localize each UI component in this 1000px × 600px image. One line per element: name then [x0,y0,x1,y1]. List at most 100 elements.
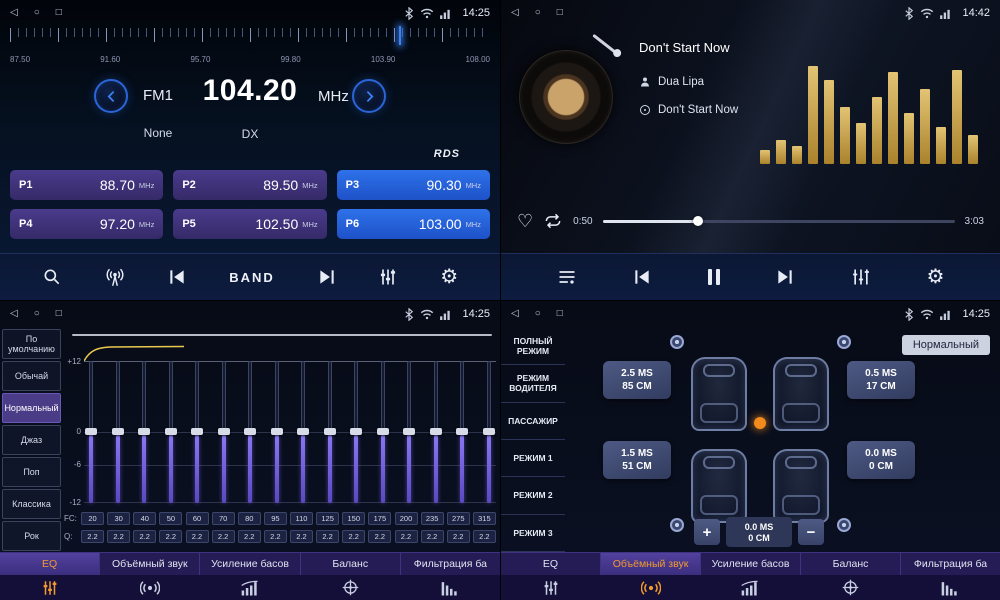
profile-button[interactable]: Нормальный [902,335,990,355]
preset-button[interactable]: P3 90.30 MHz [337,170,490,200]
q-value[interactable]: 2.2 [316,530,339,543]
tune-down-button[interactable] [94,79,128,113]
eq-band-slider[interactable] [190,361,204,503]
surround-tab-icon[interactable] [601,575,701,600]
preset-button[interactable]: P5 102.50 MHz [173,209,326,239]
balance-tab-icon[interactable] [300,575,400,600]
recents-icon[interactable]: □ [557,309,563,319]
listener-position-dot[interactable] [754,417,766,429]
fc-value[interactable]: 110 [290,512,313,525]
eq-band-slider[interactable] [217,361,231,503]
q-value[interactable]: 2.2 [107,530,130,543]
fc-value[interactable]: 30 [107,512,130,525]
audio-tab[interactable]: EQ [0,553,100,575]
q-value[interactable]: 2.2 [395,530,418,543]
eq-band-slider[interactable] [323,361,337,503]
q-value[interactable]: 2.2 [342,530,365,543]
increase-delay-button[interactable]: + [694,519,720,545]
filter-tab-icon[interactable] [900,575,1000,600]
eq-slider-handle[interactable] [191,428,203,435]
preset-button[interactable]: P2 89.50 MHz [173,170,326,200]
tune-up-button[interactable] [352,79,386,113]
progress-bar[interactable] [603,220,955,223]
filter-tab-icon[interactable] [400,575,500,600]
listening-mode-item[interactable]: РЕЖИМ 3 [501,515,565,552]
audio-tab[interactable]: Баланс [301,553,401,575]
back-icon[interactable]: ◁ [10,8,18,18]
rear-right-delay[interactable]: 0.0 MS 0 CM [847,441,915,479]
previous-station-button[interactable] [167,268,187,286]
home-icon[interactable]: ○ [535,8,541,18]
eq-band-slider[interactable] [164,361,178,503]
q-value[interactable]: 2.2 [473,530,496,543]
favorite-icon[interactable]: ♡ [517,212,533,230]
passenger-seat[interactable] [773,357,829,431]
eq-slider-handle[interactable] [377,428,389,435]
eq-band-slider[interactable] [137,361,151,503]
eq-slider-handle[interactable] [403,428,415,435]
eq-tab-icon[interactable] [501,575,601,600]
eq-band-slider[interactable] [349,361,363,503]
q-value[interactable]: 2.2 [447,530,470,543]
eq-band-slider[interactable] [111,361,125,503]
q-value[interactable]: 2.2 [264,530,287,543]
audio-tab[interactable]: Усиление басов [701,553,801,575]
audio-tab[interactable]: EQ [501,553,601,575]
fc-value[interactable]: 60 [186,512,209,525]
home-icon[interactable]: ○ [535,309,541,319]
eq-slider-handle[interactable] [324,428,336,435]
eq-band-slider[interactable] [429,361,443,503]
settings-button[interactable]: ⚙ [926,267,944,287]
fc-value[interactable]: 200 [395,512,418,525]
surround-tab-icon[interactable] [100,575,200,600]
eq-slider-handle[interactable] [244,428,256,435]
bass-boost-tab-icon[interactable] [701,575,801,600]
listening-mode-item[interactable]: РЕЖИМ 2 [501,477,565,514]
fc-value[interactable]: 315 [473,512,496,525]
eq-slider-handle[interactable] [297,428,309,435]
listening-mode-item[interactable]: ПОЛНЫЙ РЕЖИМ [501,328,565,365]
q-value[interactable]: 2.2 [133,530,156,543]
fc-value[interactable]: 235 [421,512,444,525]
q-value[interactable]: 2.2 [421,530,444,543]
search-stations-button[interactable] [42,267,62,287]
fc-value[interactable]: 175 [368,512,391,525]
audio-settings-button[interactable] [378,267,398,287]
next-station-button[interactable] [317,268,337,286]
eq-slider-handle[interactable] [112,428,124,435]
pause-button[interactable] [708,269,720,285]
eq-band-slider[interactable] [482,361,496,503]
eq-band-slider[interactable] [84,361,98,503]
next-track-button[interactable] [775,268,795,286]
recents-icon[interactable]: □ [557,8,563,18]
eq-band-slider[interactable] [243,361,257,503]
eq-slider-handle[interactable] [456,428,468,435]
eq-preset-item[interactable]: Обычай [2,361,61,391]
settings-button[interactable]: ⚙ [440,267,458,287]
eq-preset-item[interactable]: По умолчанию [2,329,61,359]
audio-tab[interactable]: Объёмный звук [100,553,200,575]
listening-mode-item[interactable]: РЕЖИМ ВОДИТЕЛЯ [501,365,565,402]
back-icon[interactable]: ◁ [10,309,18,319]
front-right-delay[interactable]: 0.5 MS 17 CM [847,361,915,399]
repeat-icon[interactable] [543,213,563,229]
back-icon[interactable]: ◁ [511,309,519,319]
fc-value[interactable]: 40 [133,512,156,525]
q-value[interactable]: 2.2 [238,530,261,543]
eq-slider-handle[interactable] [138,428,150,435]
preset-button[interactable]: P4 97.20 MHz [10,209,163,239]
fc-value[interactable]: 50 [159,512,182,525]
q-value[interactable]: 2.2 [81,530,104,543]
eq-preset-item[interactable]: Джаз [2,425,61,455]
audio-tab[interactable]: Баланс [801,553,901,575]
mixer-button[interactable] [851,267,871,287]
eq-tab-icon[interactable] [0,575,100,600]
preset-button[interactable]: P6 103.00 MHz [337,209,490,239]
rear-left-seat[interactable] [691,449,747,523]
q-value[interactable]: 2.2 [212,530,235,543]
eq-preset-item[interactable]: Поп [2,457,61,487]
eq-slider-handle[interactable] [165,428,177,435]
q-value[interactable]: 2.2 [159,530,182,543]
listening-mode-item[interactable]: РЕЖИМ 1 [501,440,565,477]
fc-value[interactable]: 70 [212,512,235,525]
